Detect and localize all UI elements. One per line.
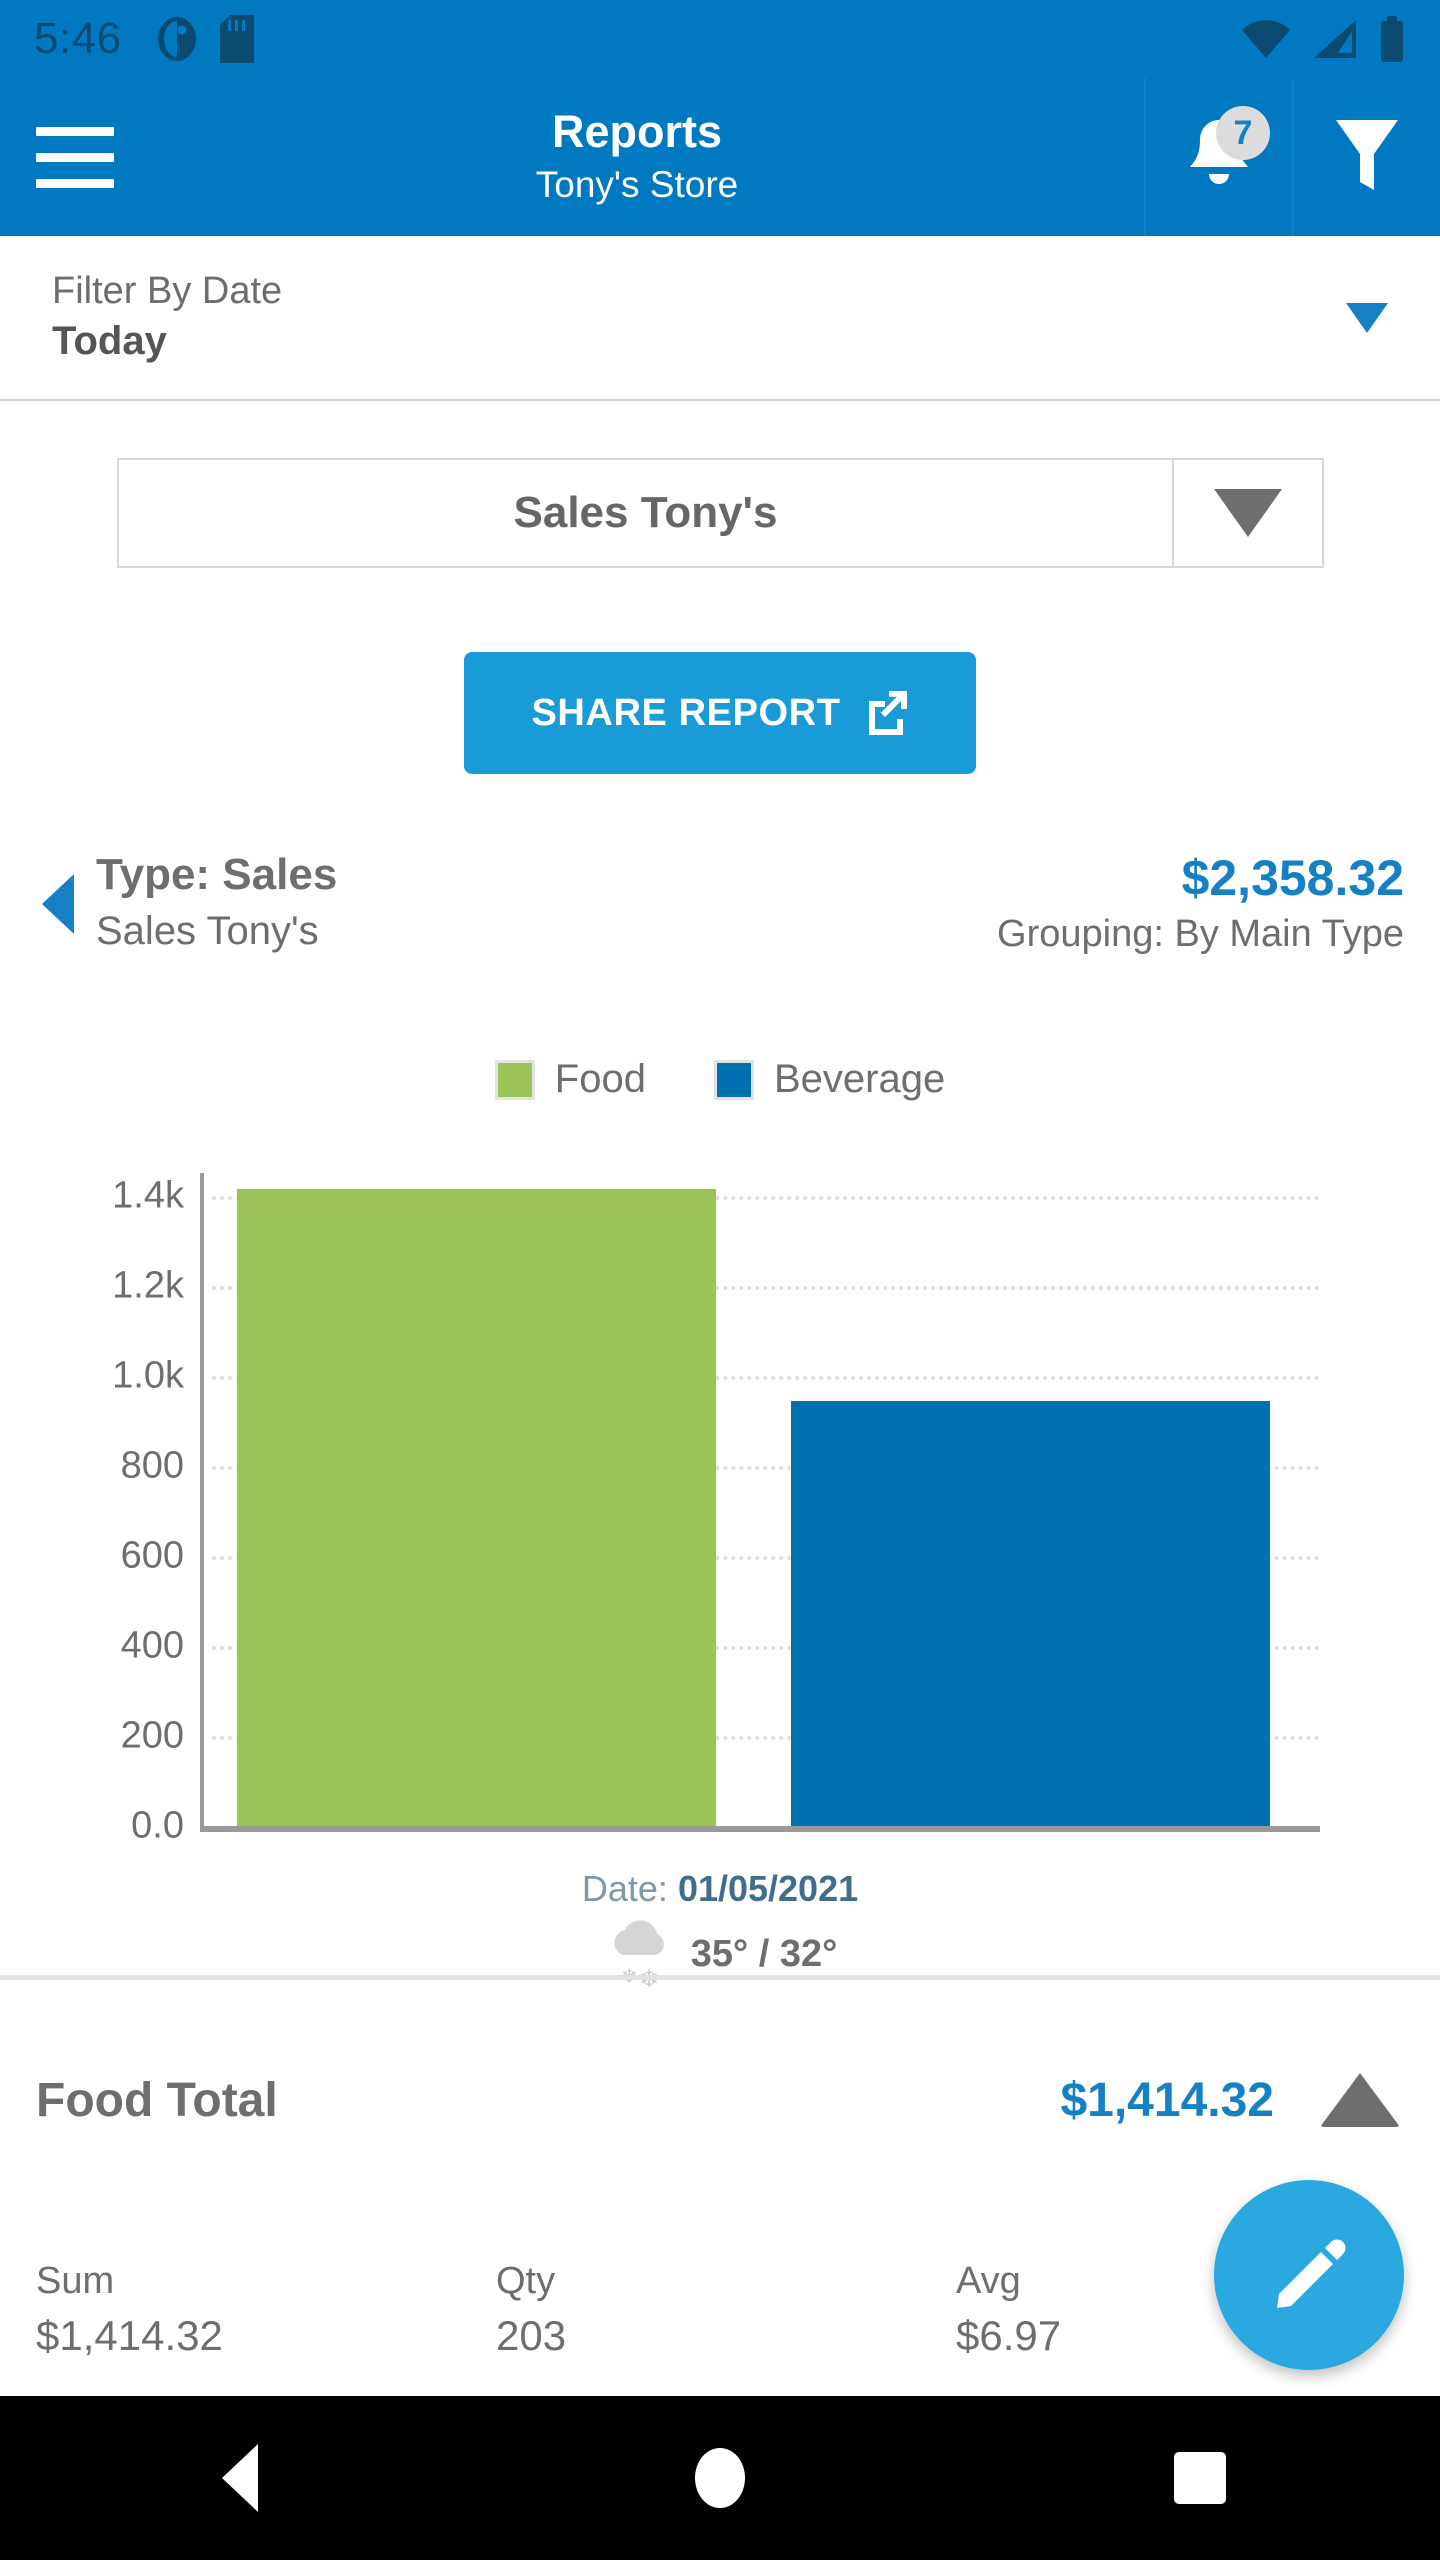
status-bar-clock: 5:46 <box>34 14 122 63</box>
chart-y-axis-line <box>200 1173 204 1830</box>
legend-swatch-food <box>494 1059 535 1100</box>
report-select[interactable]: Sales Tony's <box>117 458 1324 568</box>
chart-legend: Food Beverage <box>0 1057 1440 1102</box>
sd-card-icon <box>219 15 254 63</box>
food-stats: Sum $1,414.32 Qty 203 Avg $6.97 <box>36 2258 1196 2362</box>
type-summary-amount: $2,358.32 <box>1181 850 1404 906</box>
stat-sum-value: $1,414.32 <box>36 2311 223 2359</box>
chart-y-tick-label: 400 <box>120 1624 184 1667</box>
nav-recents-button[interactable] <box>960 2452 1440 2504</box>
status-bar: 5:46 <box>0 0 1440 78</box>
type-summary-title: Type: Sales <box>96 850 338 899</box>
battery-icon <box>1378 16 1406 62</box>
home-circle-icon <box>695 2448 745 2508</box>
date-filter-label: Filter By Date <box>52 269 283 312</box>
food-total-label: Food Total <box>36 2073 278 2127</box>
section-divider <box>0 1975 1440 1980</box>
chart-y-tick-label: 1.4k <box>112 1174 184 1217</box>
page-subtitle: Tony's Store <box>535 164 739 205</box>
triangle-down-icon <box>1214 489 1282 537</box>
funnel-filter-icon <box>1332 116 1402 199</box>
stat-sum-label: Sum <box>36 2260 115 2302</box>
app-root: 5:46 Reports Tony's Store 7 Filter By Da… <box>0 0 1440 2560</box>
chart-y-tick-label: 200 <box>120 1714 184 1757</box>
food-total-row[interactable]: Food Total $1,414.32 <box>0 2040 1440 2160</box>
status-bar-system-icons <box>1240 16 1406 62</box>
chart-y-tick-label: 1.2k <box>112 1264 184 1307</box>
date-filter-value: Today <box>52 319 167 364</box>
cloud-snow-icon: ❄ ❄ <box>603 1915 677 1994</box>
stat-avg-value: $6.97 <box>956 2311 1062 2359</box>
page-title: Reports <box>551 105 723 157</box>
recents-square-icon <box>1174 2452 1226 2504</box>
stat-sum: Sum $1,414.32 <box>36 2258 496 2362</box>
edit-fab-button[interactable] <box>1214 2180 1404 2370</box>
stat-avg: Avg $6.97 <box>956 2258 1196 2362</box>
app-bar-titles: Reports Tony's Store <box>150 78 1144 236</box>
chart-date-label: Date: 01/05/2021 <box>0 1868 1440 1910</box>
chart-weather: ❄ ❄ 35° / 32° <box>0 1915 1440 1994</box>
share-report-label: SHARE REPORT <box>531 691 841 734</box>
nav-back-button[interactable] <box>0 2444 480 2512</box>
chart-bar-beverage[interactable] <box>790 1400 1271 1826</box>
chart-y-tick-label: 800 <box>120 1444 184 1487</box>
weather-temperature: 35° / 32° <box>690 1933 838 1975</box>
status-bar-notification-icons <box>156 15 254 63</box>
chart-y-tick-label: 0.0 <box>131 1804 184 1847</box>
triangle-up-icon[interactable] <box>1320 2073 1400 2127</box>
legend-swatch-beverage <box>713 1059 754 1100</box>
cellular-signal-icon <box>1312 18 1358 60</box>
app-bar: Reports Tony's Store 7 <box>0 78 1440 236</box>
chart-date-prefix: Date: <box>581 1868 668 1909</box>
filter-button[interactable] <box>1292 78 1440 236</box>
chart-y-tick-label: 600 <box>120 1534 184 1577</box>
chart-bar-food[interactable] <box>236 1189 717 1826</box>
chart-y-axis: 0.0 200 400 600 800 1.0k 1.2k 1.4k <box>0 1155 200 1855</box>
stat-qty: Qty 203 <box>496 2258 956 2362</box>
chart-x-axis-line <box>200 1826 1320 1832</box>
pencil-edit-icon <box>1263 2228 1355 2323</box>
chart-date-value: 01/05/2021 <box>677 1868 859 1909</box>
report-select-arrow[interactable] <box>1172 460 1322 566</box>
notifications-button[interactable]: 7 <box>1144 78 1292 236</box>
android-nav-bar <box>0 2396 1440 2560</box>
legend-item-food[interactable]: Food <box>494 1057 646 1102</box>
wifi-icon <box>1240 18 1292 60</box>
stat-avg-label: Avg <box>956 2260 1021 2302</box>
back-triangle-icon <box>222 2444 258 2512</box>
chart-y-tick-label: 1.0k <box>112 1354 184 1397</box>
share-report-button[interactable]: SHARE REPORT <box>464 652 976 774</box>
chevron-down-icon[interactable] <box>1346 302 1388 333</box>
sales-bar-chart: 0.0 200 400 600 800 1.0k 1.2k 1.4k <box>0 1155 1440 1855</box>
type-summary-row[interactable]: Type: Sales Sales Tony's $2,358.32 Group… <box>0 850 1440 980</box>
type-summary-left: Type: Sales Sales Tony's <box>96 850 337 957</box>
date-filter-texts: Filter By Date Today <box>52 269 1346 367</box>
type-summary-grouping: Grouping: By Main Type <box>997 913 1404 955</box>
type-summary-right: $2,358.32 Grouping: By Main Type <box>997 850 1404 959</box>
report-select-value: Sales Tony's <box>513 488 778 537</box>
external-link-icon <box>863 689 909 738</box>
app-notification-icon <box>156 15 198 63</box>
legend-item-beverage[interactable]: Beverage <box>713 1057 946 1102</box>
legend-label-beverage: Beverage <box>773 1057 946 1101</box>
stat-qty-label: Qty <box>496 2260 556 2302</box>
legend-label-food: Food <box>554 1057 646 1101</box>
stat-qty-value: 203 <box>496 2311 567 2359</box>
hamburger-menu-icon[interactable] <box>0 78 150 236</box>
triangle-left-icon[interactable] <box>42 874 74 934</box>
notification-badge: 7 <box>1216 106 1270 160</box>
type-summary-subtitle: Sales Tony's <box>96 908 319 953</box>
nav-home-button[interactable] <box>480 2448 960 2508</box>
date-filter-row[interactable]: Filter By Date Today <box>0 236 1440 401</box>
food-total-amount: $1,414.32 <box>1060 2073 1274 2127</box>
